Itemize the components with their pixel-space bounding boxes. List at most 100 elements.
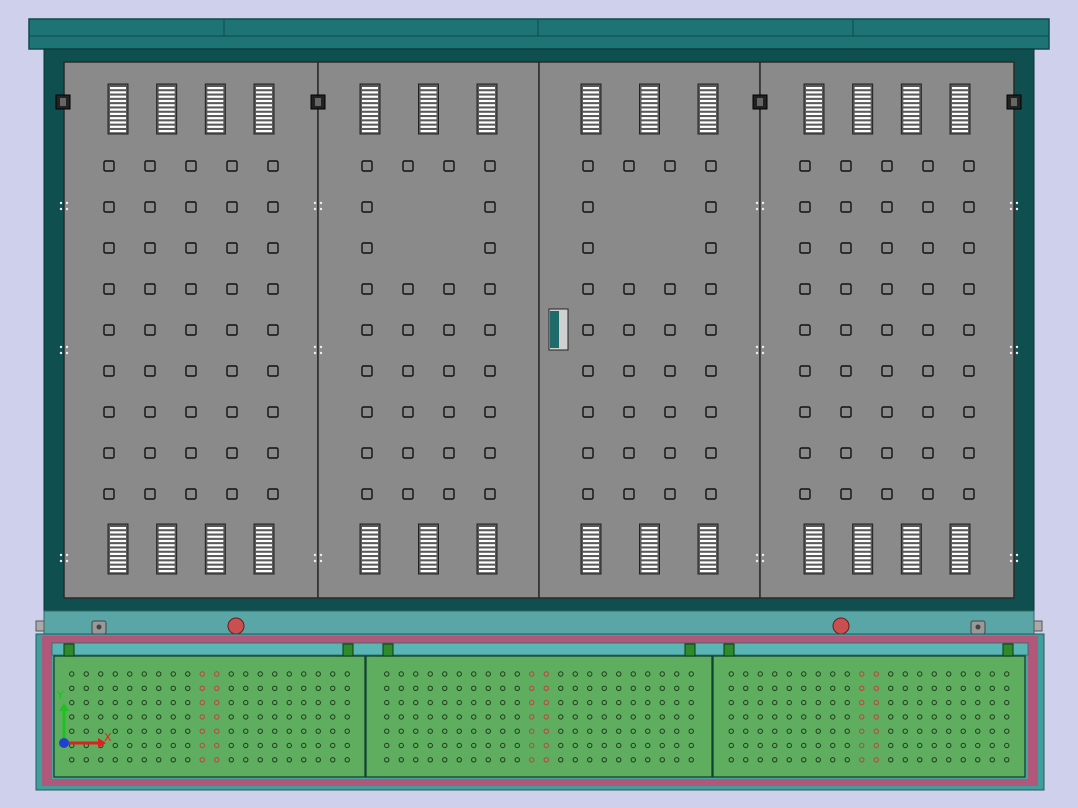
louver-slat: [700, 99, 716, 103]
louver-slat: [362, 531, 378, 534]
louver-slat: [641, 99, 658, 103]
louver-slat: [903, 99, 920, 103]
louver-slat: [700, 539, 716, 543]
door-handle: [548, 308, 569, 351]
louver-slat: [158, 527, 175, 530]
louver-slat: [256, 104, 272, 107]
louver: [107, 523, 129, 575]
louver-slat: [700, 531, 716, 534]
rivet: [319, 201, 323, 205]
louver: [359, 523, 381, 575]
louver-slat: [903, 539, 920, 543]
louver-slat: [583, 130, 599, 133]
louver-slat: [903, 95, 920, 98]
louver-slat: [641, 527, 658, 530]
louver-slat: [420, 104, 437, 107]
rivet: [313, 201, 317, 205]
louver-slat: [583, 557, 599, 560]
hinge-pin: [1011, 98, 1017, 106]
louver-slat: [700, 95, 716, 98]
louver-slat: [110, 95, 126, 98]
louver-slat: [420, 535, 437, 538]
louver-slat: [952, 557, 968, 560]
louver-slat: [641, 95, 658, 98]
louver-slat: [952, 91, 968, 94]
louver-slat: [158, 548, 175, 551]
louver-slat: [420, 527, 437, 530]
panel-clip: [382, 643, 394, 657]
louver-slat: [362, 539, 378, 543]
louver-slat: [420, 561, 437, 564]
louver-slat: [362, 91, 378, 94]
louver-slat: [952, 99, 968, 103]
louver-slat: [700, 108, 716, 111]
louver-slat: [854, 121, 871, 124]
louver-slat: [110, 121, 126, 124]
louver-slat: [854, 557, 871, 560]
louver-slat: [700, 121, 716, 124]
louver-slat: [806, 87, 822, 90]
louver-slat: [110, 112, 126, 115]
door-2: [317, 61, 540, 599]
louver-slat: [479, 552, 495, 555]
louver: [253, 523, 275, 575]
base-rail: [51, 642, 1029, 656]
louver-slat: [420, 130, 437, 133]
louver-slat: [806, 91, 822, 94]
louver-slat: [952, 531, 968, 534]
mesh-panel-2: [365, 655, 713, 778]
rivet: [313, 351, 317, 355]
louver-slat: [420, 565, 437, 568]
louver-slat: [256, 112, 272, 115]
louver-slat: [207, 561, 224, 564]
louver-slat: [583, 565, 599, 568]
rivet: [59, 201, 63, 205]
louver-slat: [583, 527, 599, 530]
louver: [204, 83, 226, 135]
louver-slat: [256, 539, 272, 543]
door-1: [63, 61, 319, 599]
louver-slat: [362, 548, 378, 551]
louver-slat: [479, 112, 495, 115]
rivet: [59, 351, 63, 355]
louver-slat: [420, 112, 437, 115]
rivet: [319, 345, 323, 349]
louver-slat: [207, 535, 224, 538]
louver-slat: [903, 130, 920, 133]
louver-slat: [583, 561, 599, 564]
louver-slat: [700, 130, 716, 133]
louver-slat: [806, 561, 822, 564]
louver-slat: [362, 570, 378, 573]
louver-slat: [903, 87, 920, 90]
louver-slat: [806, 557, 822, 560]
louver: [476, 83, 498, 135]
louver: [580, 523, 602, 575]
louver-slat: [158, 544, 175, 547]
louver-slat: [479, 544, 495, 547]
substation-front-view: XY: [28, 18, 1050, 791]
louver-slat: [207, 557, 224, 560]
louver-slat: [903, 544, 920, 547]
louver-slat: [479, 531, 495, 534]
louver-slat: [479, 87, 495, 90]
louver-slat: [903, 570, 920, 573]
cad-viewport[interactable]: XY: [0, 0, 1078, 808]
louver-slat: [479, 565, 495, 568]
louver-slat: [641, 552, 658, 555]
louver-slat: [641, 531, 658, 534]
louver-slat: [903, 531, 920, 534]
louver-slat: [806, 130, 822, 133]
louver-slat: [854, 535, 871, 538]
louver: [852, 83, 874, 135]
louver-slat: [110, 544, 126, 547]
louver-slat: [420, 570, 437, 573]
louver-slat: [158, 99, 175, 103]
louver-slat: [641, 121, 658, 124]
rivet: [761, 201, 765, 205]
louver-slat: [207, 570, 224, 573]
louver-slat: [110, 561, 126, 564]
louver-slat: [583, 570, 599, 573]
louver-slat: [420, 544, 437, 547]
louver-slat: [207, 91, 224, 94]
rivet: [65, 207, 69, 211]
